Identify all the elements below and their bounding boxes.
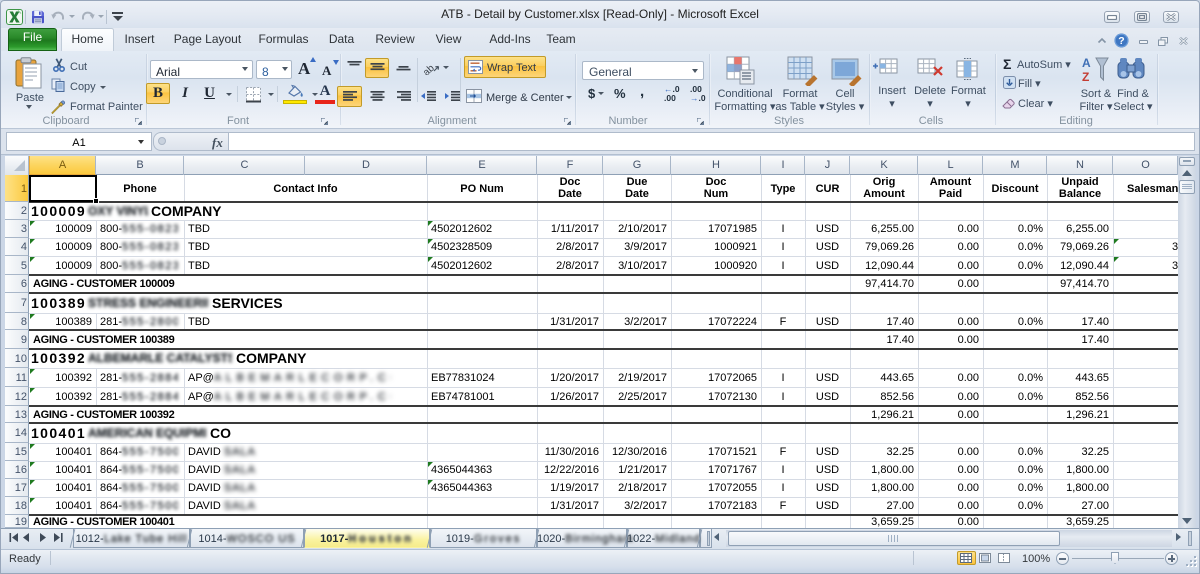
- svg-text:Z: Z: [1082, 70, 1089, 84]
- svg-text:A: A: [1082, 56, 1091, 70]
- svg-text:?: ?: [1118, 35, 1124, 47]
- svg-text:ab: ab: [424, 63, 437, 75]
